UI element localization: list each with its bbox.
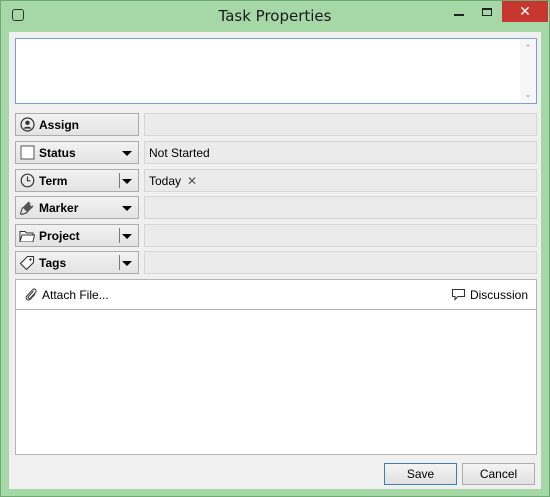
marker-value[interactable] [144, 196, 537, 219]
marker-button[interactable]: Marker [15, 196, 139, 219]
tags-row: Tags [15, 251, 537, 274]
status-label: Status [39, 145, 76, 160]
status-dropdown-icon[interactable] [122, 151, 132, 156]
term-split-divider [119, 173, 120, 188]
tags-value[interactable] [144, 251, 537, 274]
status-value[interactable]: Not Started [144, 141, 537, 164]
description-scrollbar[interactable]: ⌃ ⌄ [520, 39, 536, 103]
dialog-body: ⌃ ⌄ Assign Status Not Started Term Today… [9, 32, 541, 489]
term-value: Today [149, 173, 182, 188]
minimize-icon [454, 13, 464, 16]
scroll-down-icon[interactable]: ⌄ [523, 89, 533, 99]
term-dropdown-icon[interactable] [122, 179, 132, 184]
minimize-button[interactable] [445, 1, 473, 22]
speech-bubble-icon [451, 288, 466, 301]
task-properties-window: Task Properties ✕ ⌃ ⌄ Assign Status Not … [0, 0, 550, 497]
assign-row: Assign [15, 113, 537, 136]
maximize-button[interactable] [473, 1, 501, 22]
status-row: Status Not Started [15, 141, 537, 164]
status-button[interactable]: Status [15, 141, 139, 164]
term-row: Term Today ✕ [15, 169, 537, 192]
clock-icon [19, 173, 35, 189]
marker-row: Marker [15, 196, 537, 219]
project-dropdown-icon[interactable] [122, 234, 132, 239]
attachments-list[interactable] [15, 310, 537, 455]
assign-label: Assign [39, 117, 80, 132]
project-split-divider [119, 228, 120, 243]
title-bar[interactable]: Task Properties ✕ [1, 1, 549, 31]
term-value-field[interactable]: Today ✕ [144, 169, 537, 192]
project-row: Project [15, 224, 537, 247]
scroll-up-icon[interactable]: ⌃ [523, 43, 533, 53]
discussion-label: Discussion [469, 287, 528, 302]
paperclip-icon [25, 288, 37, 301]
tags-button[interactable]: Tags [15, 251, 139, 274]
folder-icon [19, 228, 35, 244]
attachments-toolbar: Attach File... Discussion [15, 279, 537, 310]
discussion-link[interactable]: Discussion [451, 288, 528, 302]
term-button[interactable]: Term [15, 169, 139, 192]
project-label: Project [39, 228, 80, 243]
tags-dropdown-icon[interactable] [122, 261, 132, 266]
user-circle-icon [19, 117, 35, 133]
attach-file-link[interactable]: Attach File... [24, 287, 109, 303]
term-clear-icon[interactable]: ✕ [187, 174, 197, 188]
project-value[interactable] [144, 224, 537, 247]
assign-button[interactable]: Assign [15, 113, 139, 136]
marker-label: Marker [39, 200, 79, 215]
save-button[interactable]: Save [384, 463, 457, 485]
tags-split-divider [119, 255, 120, 270]
cancel-button[interactable]: Cancel [462, 463, 535, 485]
marker-dropdown-icon[interactable] [122, 206, 132, 211]
marker-brush-icon [19, 200, 35, 216]
project-button[interactable]: Project [15, 224, 139, 247]
tags-label: Tags [39, 255, 67, 270]
description-input[interactable]: ⌃ ⌄ [15, 38, 537, 104]
maximize-icon [482, 7, 492, 16]
term-label: Term [39, 173, 68, 188]
assign-value[interactable] [144, 113, 537, 136]
checkbox-icon [19, 145, 35, 161]
tag-icon [19, 255, 35, 271]
close-icon: ✕ [519, 3, 531, 19]
attach-file-label: Attach File... [42, 287, 109, 302]
close-button[interactable]: ✕ [502, 1, 548, 22]
